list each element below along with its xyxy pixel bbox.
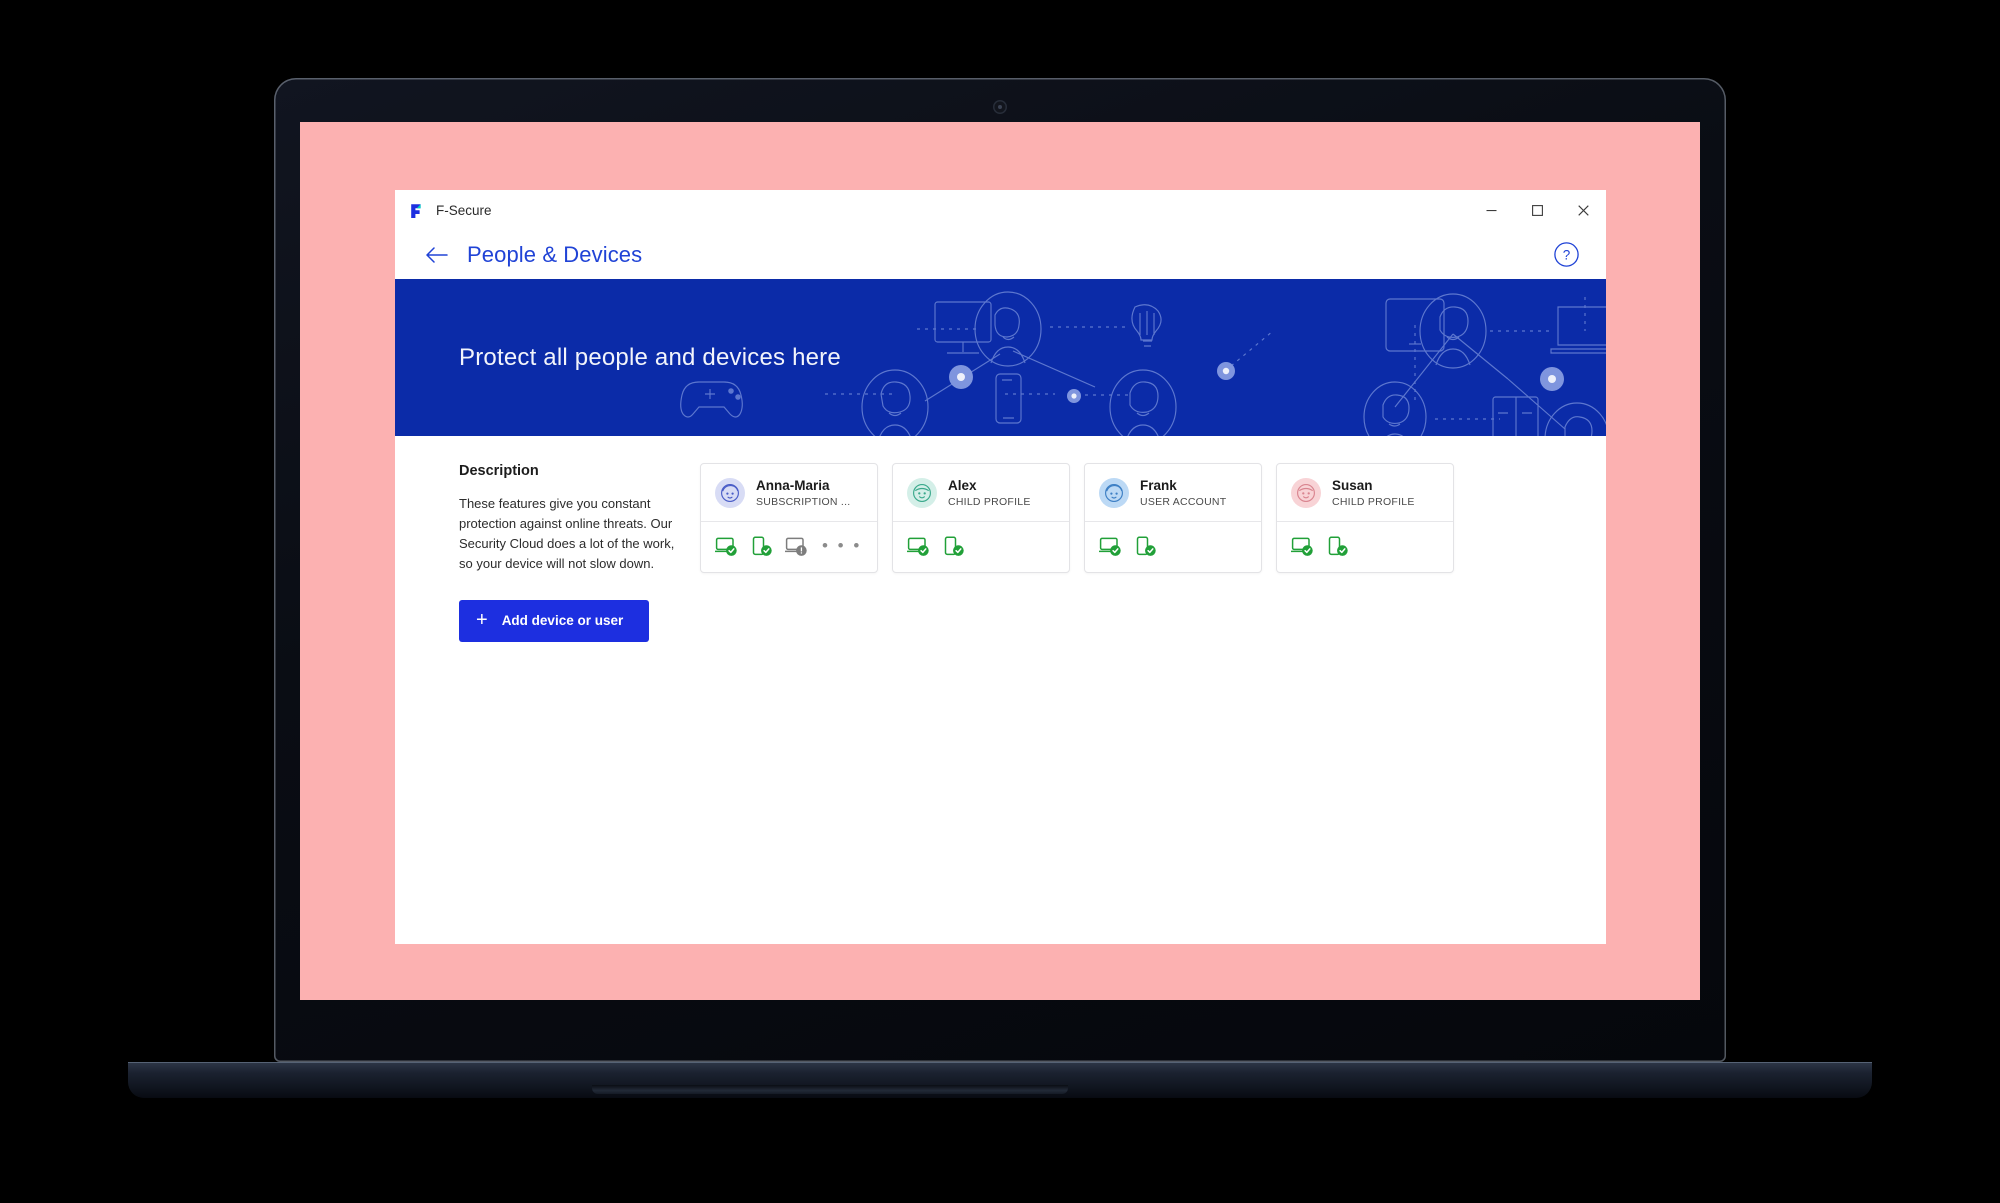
plus-icon: + [476,608,488,631]
hero-headline: Protect all people and devices here [459,343,841,371]
card-header: Frank USER ACCOUNT [1085,464,1261,521]
profile-role: SUBSCRIPTION ... [756,496,851,509]
help-button[interactable]: ? [1552,241,1580,269]
app-name-label: F-Secure [436,203,492,218]
laptop-protected-icon[interactable] [1290,536,1313,556]
title-bar: F-Secure [395,190,1606,231]
laptop-protected-icon[interactable] [906,536,929,556]
arrow-left-icon [426,247,448,263]
f-secure-logo-icon [408,202,426,220]
page-title: People & Devices [467,242,643,267]
add-device-button-label: Add device or user [501,613,624,629]
close-button[interactable] [1560,190,1606,231]
child-face-icon [907,478,937,509]
laptop-mockup: F-Secure People & Devices ? Protect all … [0,0,2000,1203]
card-device-list [1277,522,1453,572]
card-device-list [893,522,1069,572]
profile-card[interactable]: Susan CHILD PROFILE [1276,463,1454,574]
add-device-or-user-button[interactable]: + Add device or user [459,599,649,642]
card-header: Susan CHILD PROFILE [1277,464,1453,521]
hero-banner: Protect all people and devices here [395,279,1606,436]
profile-name: Alex [948,478,977,493]
help-circle-icon: ? [1553,242,1579,267]
card-header: Alex CHILD PROFILE [893,464,1069,521]
phone-protected-icon[interactable] [1326,536,1348,556]
app-header: People & Devices ? [395,231,1606,279]
adult-face-icon [715,478,745,509]
adult-face-icon [1099,478,1129,509]
svg-text:?: ? [1562,248,1570,263]
laptop-lid-notch [592,1085,1068,1094]
description-panel: Description These features give you cons… [395,463,700,944]
minimize-button[interactable] [1468,190,1514,231]
profile-card[interactable]: Anna-Maria SUBSCRIPTION ... • • • [700,463,878,574]
phone-protected-icon[interactable] [1134,536,1156,556]
laptop-protected-icon[interactable] [1098,536,1121,556]
card-name-block: Susan CHILD PROFILE [1332,478,1415,508]
profile-role: CHILD PROFILE [948,496,1031,509]
back-button[interactable] [423,241,451,269]
profile-card[interactable]: Alex CHILD PROFILE [892,463,1070,574]
laptop-protected-icon[interactable] [714,536,737,556]
phone-protected-icon[interactable] [750,536,772,556]
maximize-button[interactable] [1514,190,1560,231]
minimize-icon [1486,210,1496,212]
app-window: F-Secure People & Devices ? Protect all … [395,190,1606,944]
description-text: These features give you constant protect… [459,496,675,572]
content-body: Description These features give you cons… [395,436,1606,944]
laptop-warning-icon[interactable] [784,536,807,556]
maximize-icon [1531,205,1543,216]
card-device-list: • • • [701,522,877,572]
card-header: Anna-Maria SUBSCRIPTION ... [701,464,877,521]
profile-card[interactable]: Frank USER ACCOUNT [1084,463,1262,574]
card-name-block: Anna-Maria SUBSCRIPTION ... [756,478,850,508]
card-name-block: Frank USER ACCOUNT [1140,478,1226,508]
profile-name: Frank [1140,478,1177,493]
profile-name: Anna-Maria [756,478,830,493]
profile-cards-list: Anna-Maria SUBSCRIPTION ... • • • Alex CHILD… [700,463,1606,944]
close-icon [1577,205,1589,216]
more-devices-button[interactable]: • • • [822,537,862,554]
webcam-icon [993,100,1007,114]
profile-role: CHILD PROFILE [1332,496,1415,509]
description-heading: Description [459,463,539,479]
profile-role: USER ACCOUNT [1140,496,1227,509]
card-name-block: Alex CHILD PROFILE [948,478,1031,508]
profile-name: Susan [1332,478,1373,493]
child-face-icon [1291,478,1321,509]
window-controls [1468,190,1606,231]
phone-protected-icon[interactable] [942,536,964,556]
card-device-list [1085,522,1261,572]
